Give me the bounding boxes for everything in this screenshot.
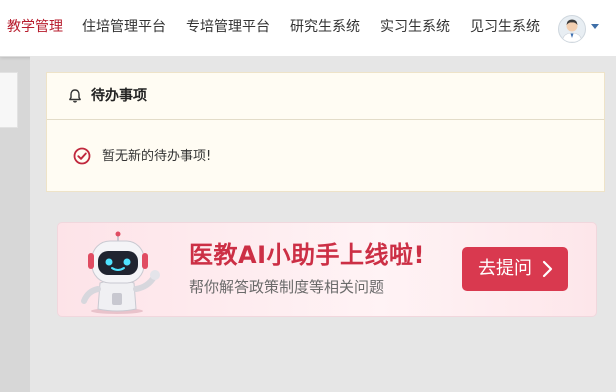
todo-empty-message: 暂无新的待办事项! (102, 149, 212, 164)
nav-item-graduate-system[interactable]: 研究生系统 (290, 18, 360, 36)
bell-icon (69, 89, 81, 103)
sidebar-collapsed-panel (0, 72, 18, 128)
ai-banner-subtitle: 帮你解答政策制度等相关问题 (189, 278, 385, 296)
ai-assistant-banner[interactable]: 医教AI小助手上线啦! 帮你解答政策制度等相关问题 去提问 (57, 222, 597, 317)
caret-down-icon[interactable] (591, 24, 599, 29)
ask-question-button-label: 去提问 (478, 258, 532, 279)
ai-banner-title: 医教AI小助手上线啦! (189, 241, 425, 269)
nav-item-residency-platform[interactable]: 住培管理平台 (82, 18, 166, 36)
ask-question-button[interactable]: 去提问 (462, 247, 568, 291)
nav-item-intern-system[interactable]: 实习生系统 (380, 18, 450, 36)
todo-card-title: 待办事项 (91, 88, 147, 104)
user-avatar-icon[interactable] (558, 15, 586, 43)
nav-item-teaching-management[interactable]: 教学管理 (7, 18, 63, 36)
top-navigation-bar: 教学管理 住培管理平台 专培管理平台 研究生系统 实习生系统 见习生系统 (0, 0, 616, 57)
check-circle-icon (73, 147, 91, 165)
chevron-right-icon (542, 260, 553, 278)
todo-card-header: 待办事项 (47, 73, 604, 120)
robot-mascot-icon (81, 231, 160, 314)
nav-item-specialist-platform[interactable]: 专培管理平台 (186, 18, 270, 36)
todo-card: 待办事项 暂无新的待办事项! (46, 72, 605, 192)
nav-item-trainee-system[interactable]: 见习生系统 (470, 18, 540, 36)
